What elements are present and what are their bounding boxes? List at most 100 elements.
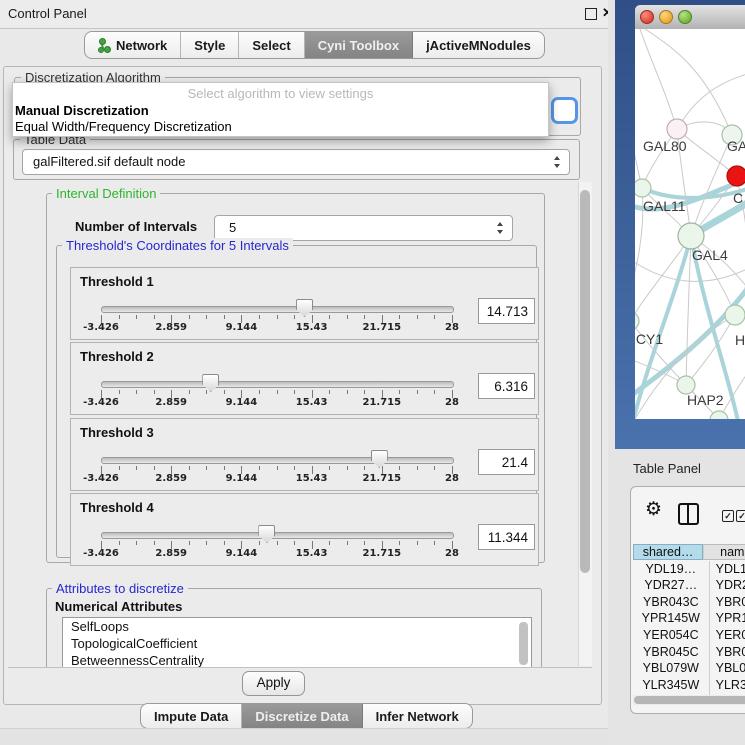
gear-icon[interactable]: ⚙ <box>645 500 662 519</box>
threshold-value-field[interactable]: 11.344 <box>478 524 535 550</box>
apply-button[interactable]: Apply <box>242 671 305 696</box>
close-traffic-light-icon[interactable] <box>640 10 654 24</box>
tab-infer-network[interactable]: Infer Network <box>363 704 472 728</box>
threshold-value-field[interactable]: 14.713 <box>478 298 535 324</box>
tick-mark <box>417 315 418 319</box>
numerical-attributes-list[interactable]: SelfLoopsTopologicalCoefficientBetweenne… <box>62 617 532 668</box>
list-scrollbar-thumb[interactable] <box>519 622 528 665</box>
attribute-item[interactable]: BetweennessCentrality <box>63 652 531 668</box>
tick-label: 15.43 <box>282 322 342 333</box>
tab-discretize-data[interactable]: Discretize Data <box>242 704 362 728</box>
slider-track[interactable] <box>101 306 454 313</box>
combobox-stepper-icon[interactable] <box>497 222 504 234</box>
slider-thumb[interactable] <box>202 374 219 392</box>
cell-name[interactable]: YLR3 <box>709 677 745 694</box>
cell-name[interactable]: YPR1 <box>709 610 745 627</box>
attribute-item[interactable]: TopologicalCoefficient <box>63 635 531 652</box>
tick-mark <box>399 466 400 470</box>
cell-name[interactable]: YBL0 <box>709 660 745 677</box>
threshold-label: Threshold 4 <box>80 500 154 515</box>
table-row[interactable]: YPR145WYPR1 <box>633 610 745 627</box>
algorithm-dropdown-popup: Select algorithm to view settings Manual… <box>12 82 549 137</box>
table-data-combobox[interactable]: galFiltered.sif default node <box>22 149 570 175</box>
tick-mark <box>119 466 120 470</box>
cell-shared-name[interactable]: YER054C <box>633 627 709 644</box>
tick-label: 28 <box>422 322 482 333</box>
tab-select[interactable]: Select <box>239 32 304 58</box>
table-row[interactable]: YBR045CYBR0 <box>633 644 745 661</box>
tab-network[interactable]: Network <box>85 32 181 58</box>
minimize-traffic-light-icon[interactable] <box>659 10 673 24</box>
column-header-name[interactable]: name <box>703 544 745 560</box>
cell-shared-name[interactable]: YLR345W <box>633 677 709 694</box>
tab-jactivemnodules[interactable]: jActiveMNodules <box>413 32 544 58</box>
slider-thumb[interactable] <box>371 450 388 468</box>
tick-mark <box>329 315 330 319</box>
tick-label: 21.715 <box>352 397 412 408</box>
checkbox-icon[interactable]: ✓ <box>722 510 734 522</box>
network-edge-highlight[interactable] <box>642 188 745 198</box>
network-edge[interactable] <box>677 74 745 129</box>
algorithm-option[interactable]: Manual Discretization <box>15 103 149 118</box>
cell-name[interactable]: YBR0 <box>709 644 745 661</box>
tab-style[interactable]: Style <box>181 32 239 58</box>
cell-shared-name[interactable]: YBL079W <box>633 660 709 677</box>
network-node-label: HAP2 <box>687 392 724 408</box>
slider-thumb[interactable] <box>296 299 313 317</box>
threshold-value-field[interactable]: 21.4 <box>478 449 535 475</box>
cell-shared-name[interactable]: YDR27… <box>633 577 709 594</box>
slider-track[interactable] <box>101 381 454 388</box>
network-edge[interactable] <box>640 29 677 129</box>
slider-track[interactable] <box>101 457 454 464</box>
table-row[interactable]: YLR345WYLR3 <box>633 677 745 694</box>
float-panel-icon[interactable] <box>585 8 597 20</box>
combobox-stepper-icon[interactable] <box>554 156 561 168</box>
zoom-traffic-light-icon[interactable] <box>678 10 692 24</box>
cell-name[interactable]: YER0 <box>709 627 745 644</box>
network-node-gal11[interactable] <box>635 179 651 197</box>
cell-name[interactable]: YBR0 <box>709 594 745 611</box>
algorithm-option[interactable]: Equal Width/Frequency Discretization <box>15 119 232 134</box>
cell-name[interactable]: YDL1 <box>709 561 745 578</box>
checkbox-icon[interactable]: ✓ <box>736 510 745 522</box>
network-edge[interactable] <box>635 188 643 289</box>
network-node-h[interactable] <box>725 305 745 325</box>
cell-shared-name[interactable]: YDL19… <box>633 561 709 578</box>
table-row[interactable]: YDR27…YDR2 <box>633 577 745 594</box>
slider-track[interactable] <box>101 532 454 539</box>
tick-mark <box>224 315 225 319</box>
settings-scrollbar-thumb[interactable] <box>580 190 590 573</box>
right-region: GAL80GALCGAL11GAL4GCY1HHAP2 Table Panel … <box>608 0 745 745</box>
table-row[interactable]: YDL19…YDL1 <box>633 561 745 578</box>
table-row[interactable]: YBR043CYBR0 <box>633 594 745 611</box>
threshold-value-field[interactable]: 6.316 <box>478 373 535 399</box>
attribute-item[interactable]: SelfLoops <box>63 618 531 635</box>
cell-shared-name[interactable]: YBR045C <box>633 644 709 661</box>
tab-cyni-toolbox[interactable]: Cyni Toolbox <box>305 32 413 58</box>
network-edge[interactable] <box>645 29 732 135</box>
slider-thumb[interactable] <box>258 525 275 543</box>
table-hscrollbar[interactable] <box>633 695 745 705</box>
network-node-gcy1[interactable] <box>635 312 639 330</box>
tick-label: -3.426 <box>71 473 131 484</box>
network-canvas[interactable]: GAL80GALCGAL11GAL4GCY1HHAP2 <box>635 29 745 419</box>
network-node-gal4[interactable] <box>678 223 704 249</box>
network-edge[interactable] <box>635 236 691 321</box>
table-row[interactable]: YBL079WYBL0 <box>633 660 745 677</box>
tab-label: Network <box>116 33 167 58</box>
tab-impute-data[interactable]: Impute Data <box>141 704 242 728</box>
network-node-c[interactable] <box>727 166 745 186</box>
network-edge[interactable] <box>635 69 642 188</box>
column-header-shared-name[interactable]: shared… <box>633 544 703 560</box>
table-row[interactable]: YER054CYER0 <box>633 627 745 644</box>
network-node-gal80[interactable] <box>667 119 687 139</box>
tick-mark <box>364 315 365 319</box>
table-hscrollbar-thumb[interactable] <box>634 696 745 704</box>
cell-name[interactable]: YDR2 <box>709 577 745 594</box>
cell-shared-name[interactable]: YBR043C <box>633 594 709 611</box>
network-window-titlebar[interactable] <box>635 5 745 30</box>
algorithm-combobox[interactable] <box>551 97 578 124</box>
settings-scrollbar[interactable] <box>578 182 592 666</box>
cell-shared-name[interactable]: YPR145W <box>633 610 709 627</box>
split-columns-icon[interactable] <box>678 503 699 525</box>
